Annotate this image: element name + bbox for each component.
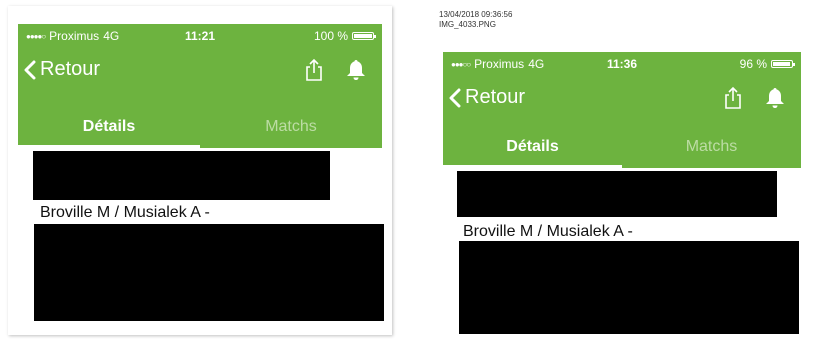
- tab-matchs[interactable]: Matchs: [200, 106, 382, 148]
- back-button-label: Retour: [40, 58, 101, 80]
- redacted-block-top: [33, 151, 330, 200]
- navigation-bar: Retour: [18, 54, 382, 86]
- tab-bar: Détails Matchs: [443, 126, 801, 168]
- screenshot-left: ●●●●○ Proximus 4G 11:21 100 % Retour Dét…: [8, 6, 392, 335]
- network-type: 4G: [528, 57, 545, 71]
- player-names: Broville M / Musialek A -: [463, 223, 633, 240]
- tab-bar: Détails Matchs: [18, 106, 382, 148]
- navigation-bar: Retour: [443, 82, 801, 114]
- signal-strength-icon: ●●●○○: [451, 59, 471, 69]
- status-bar: ●●●●○ Proximus 4G 11:21 100 %: [18, 29, 382, 43]
- status-time: 11:36: [606, 57, 638, 71]
- signal-strength-icon: ●●●●○: [26, 31, 46, 41]
- carrier-name: Proximus: [49, 29, 100, 43]
- share-icon[interactable]: [304, 58, 324, 82]
- app-header-left: ●●●●○ Proximus 4G 11:21 100 % Retour Dét…: [18, 24, 382, 148]
- app-header-right: ●●●○○ Proximus 4G 11:36 96 % Retour Déta…: [443, 52, 801, 168]
- battery-percent: 96 %: [739, 57, 767, 71]
- battery-percent: 100 %: [313, 29, 348, 43]
- chevron-left-icon: [24, 60, 36, 79]
- player-names: Broville M / Musialek A -: [40, 204, 210, 221]
- photo-timestamp: 13/04/2018 09:36:56: [439, 10, 513, 19]
- screenshot-right: 13/04/2018 09:36:56 IMG_4033.PNG ●●●○○ P…: [429, 3, 813, 336]
- redacted-block-top: [457, 171, 777, 217]
- tab-details[interactable]: Détails: [443, 126, 622, 168]
- back-button[interactable]: Retour: [24, 58, 100, 81]
- photo-filename: IMG_4033.PNG: [439, 20, 496, 29]
- battery-icon: [771, 60, 795, 68]
- network-type: 4G: [103, 29, 120, 43]
- bell-icon[interactable]: [344, 58, 368, 82]
- share-icon[interactable]: [723, 86, 743, 110]
- redacted-block-bottom: [459, 241, 799, 334]
- redacted-block-bottom: [34, 224, 384, 321]
- back-button[interactable]: Retour: [449, 86, 525, 109]
- carrier-name: Proximus: [474, 57, 525, 71]
- tab-details[interactable]: Détails: [18, 106, 200, 148]
- status-time: 11:21: [184, 29, 216, 43]
- battery-icon: [352, 32, 376, 40]
- tab-matchs[interactable]: Matchs: [622, 126, 801, 168]
- status-bar: ●●●○○ Proximus 4G 11:36 96 %: [443, 57, 801, 71]
- chevron-left-icon: [449, 88, 461, 107]
- bell-icon[interactable]: [763, 86, 787, 110]
- back-button-label: Retour: [465, 86, 526, 108]
